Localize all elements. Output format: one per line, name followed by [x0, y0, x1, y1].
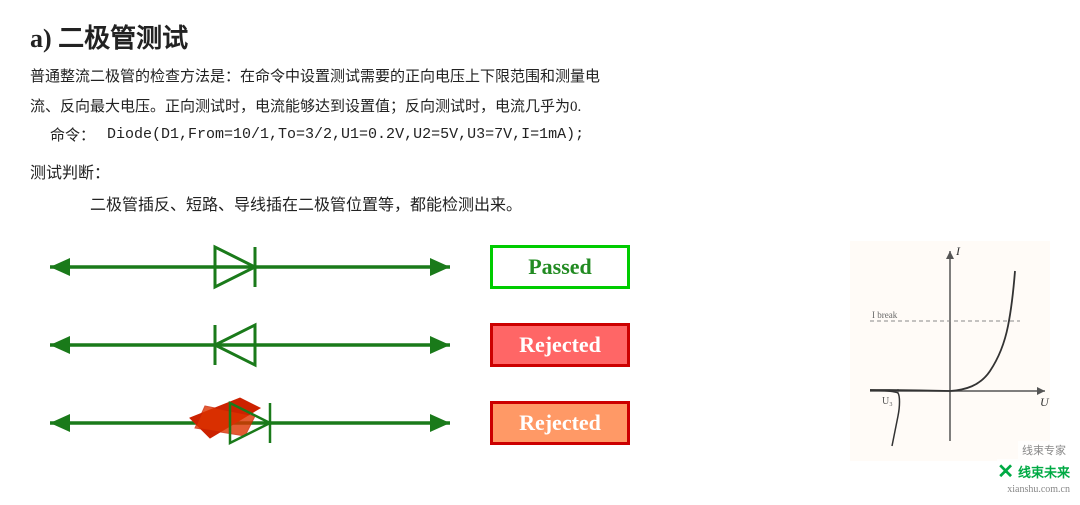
diode-diagram-1 [30, 232, 470, 302]
watermark-url: xianshu.com.cn [1007, 484, 1070, 495]
diagram-row-2: Rejected [30, 309, 830, 381]
command-label: 命令： [50, 124, 95, 145]
watermark-icon: ✕ [997, 459, 1014, 484]
section-label: 测试判断： [30, 159, 1050, 183]
status-badge-2: Rejected [490, 323, 630, 367]
watermark-brand: ✕ 线束未来 [997, 459, 1070, 484]
diagram-row-3: Rejected [30, 387, 830, 459]
paragraph2: 流、反向最大电压。正向测试时，电流能够达到设置值；反向测试时，电流几乎为0. [30, 95, 1050, 121]
badge-area-3: Rejected [480, 401, 640, 445]
paragraph1: 普通整流二极管的检查方法是：在命令中设置测试需要的正向电压上下限范围和测量电 [30, 65, 1050, 91]
badge-area-2: Rejected [480, 323, 640, 367]
iv-chart: U I U₃ I break [850, 241, 1050, 461]
diagrams-area: Passed [30, 231, 1050, 461]
title-row: a) 二极管测试 [30, 18, 1050, 55]
page-title: a) 二极管测试 [30, 18, 188, 55]
status-badge-1: Passed [490, 245, 630, 289]
command-code: Diode(D1,From=10/1,To=3/2,U1=0.2V,U2=5V,… [107, 126, 584, 143]
svg-text:U: U [1040, 395, 1050, 409]
diagram-row-1: Passed [30, 231, 830, 303]
watermark-text2: 线束未来 [1018, 462, 1070, 481]
diode-diagram-2 [30, 310, 470, 380]
watermark-label: 线束专家 [1018, 441, 1070, 459]
detection-text: 二极管插反、短路、导线插在二极管位置等，都能检测出来。 [90, 191, 1050, 215]
svg-text:I break: I break [872, 310, 898, 320]
page-container: a) 二极管测试 普通整流二极管的检查方法是：在命令中设置测试需要的正向电压上下… [0, 0, 1080, 505]
badge-area-1: Passed [480, 245, 640, 289]
watermark: 线束专家 ✕ 线束未来 xianshu.com.cn [997, 441, 1070, 495]
diode-diagram-3 [30, 388, 470, 458]
svg-text:U₃: U₃ [882, 396, 893, 407]
left-diagrams: Passed [30, 231, 830, 459]
status-badge-3: Rejected [490, 401, 630, 445]
command-row: 命令： Diode(D1,From=10/1,To=3/2,U1=0.2V,U2… [50, 124, 1050, 145]
watermark-text1: 线束专家 [1022, 445, 1066, 457]
